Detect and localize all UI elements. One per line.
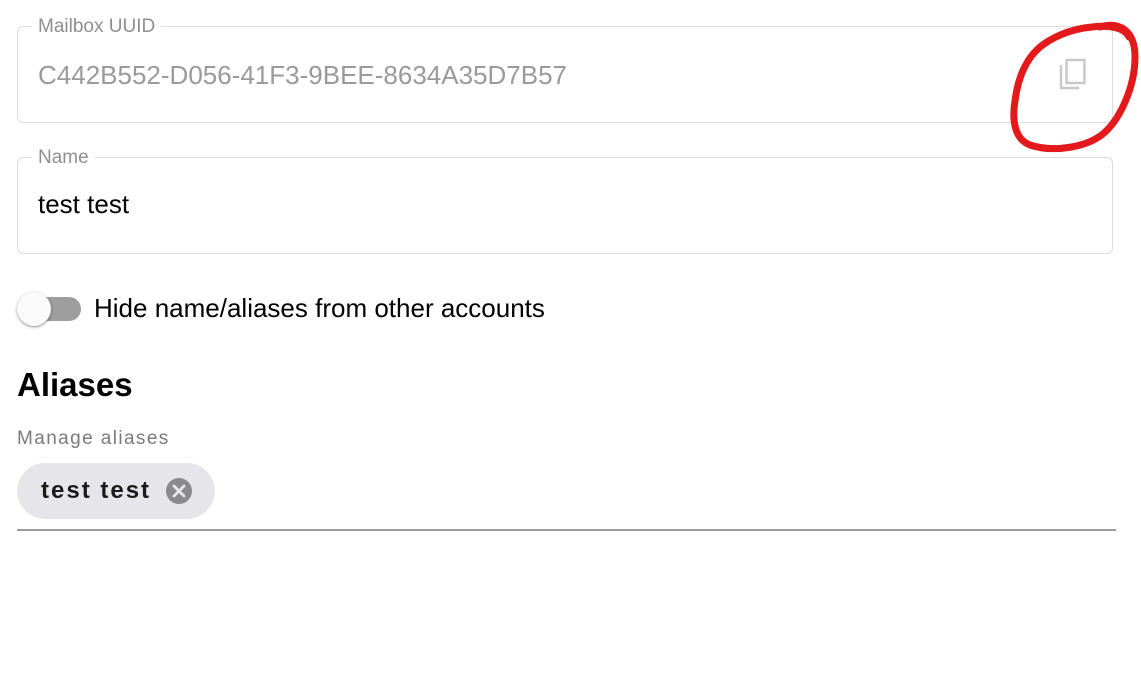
name-input-value[interactable]: test test bbox=[38, 189, 129, 219]
hide-name-toggle[interactable] bbox=[17, 290, 83, 328]
toggle-thumb bbox=[17, 292, 51, 326]
alias-chip-label: test test bbox=[41, 477, 152, 504]
manage-aliases-label: Manage aliases bbox=[17, 428, 170, 449]
copy-uuid-button[interactable] bbox=[1056, 56, 1090, 94]
remove-alias-button[interactable] bbox=[165, 477, 193, 505]
name-label: Name bbox=[32, 147, 95, 169]
hide-name-toggle-label: Hide name/aliases from other accounts bbox=[94, 293, 545, 323]
mailbox-uuid-label: Mailbox UUID bbox=[32, 16, 162, 38]
aliases-heading: Aliases bbox=[17, 366, 133, 403]
mailbox-uuid-value: C442B552-D056-41F3-9BEE-8634A35D7B57 bbox=[38, 60, 568, 90]
close-circle-icon bbox=[166, 478, 193, 504]
alias-chip[interactable]: test test bbox=[17, 463, 216, 519]
mailbox-uuid-field: Mailbox UUID C442B552-D056-41F3-9BEE-863… bbox=[17, 16, 1113, 123]
aliases-input-underline bbox=[17, 529, 1116, 531]
name-field[interactable]: Name test test bbox=[17, 147, 1113, 254]
copy-icon bbox=[1059, 58, 1086, 90]
